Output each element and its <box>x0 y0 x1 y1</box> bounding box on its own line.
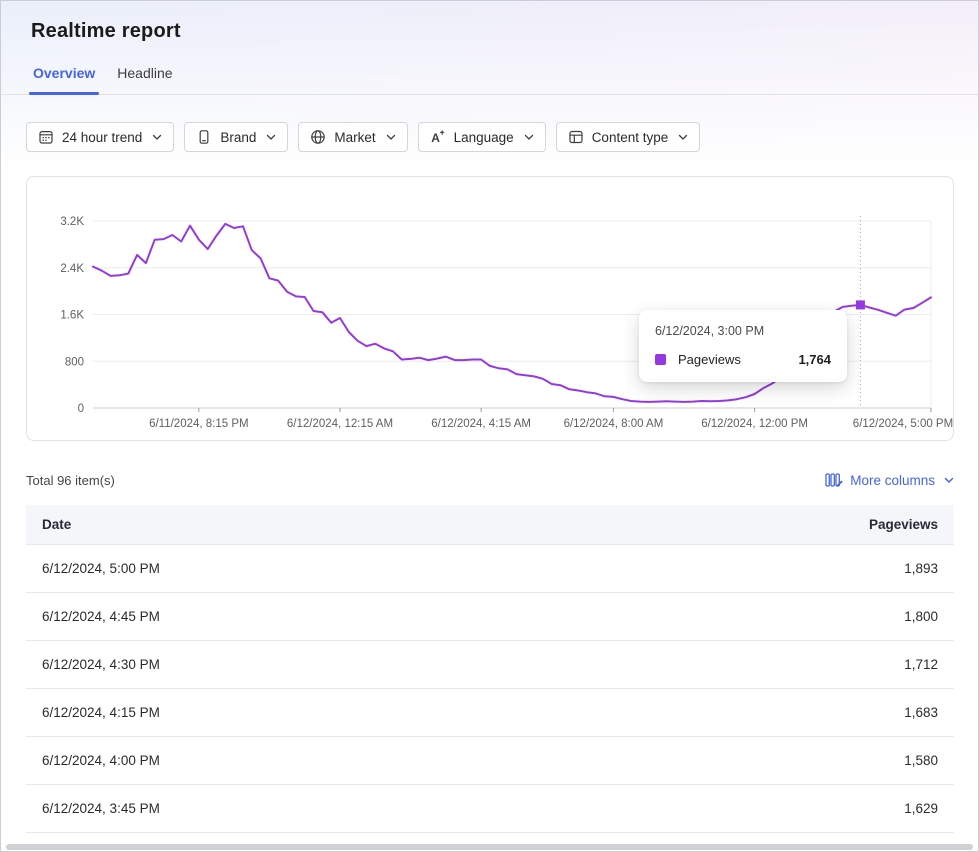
page-title: Realtime report <box>31 17 978 45</box>
svg-text:6/12/2024, 12:15 AM: 6/12/2024, 12:15 AM <box>287 418 393 430</box>
column-header-pageviews: Pageviews <box>869 517 954 532</box>
filter-label: 24 hour trend <box>62 130 142 145</box>
svg-text:800: 800 <box>65 356 84 368</box>
filter-brand[interactable]: Brand <box>184 122 288 152</box>
tooltip-series-label: Pageviews <box>678 352 741 367</box>
chevron-down-icon <box>944 477 954 484</box>
pageviews-cell: 1,712 <box>904 657 954 672</box>
filter-24-hour-trend[interactable]: 24 hour trend <box>26 122 174 152</box>
tooltip-value: 1,764 <box>798 352 831 367</box>
filter-label: Language <box>454 130 514 145</box>
pageviews-cell: 1,800 <box>904 609 954 624</box>
date-cell: 6/12/2024, 4:30 PM <box>26 657 160 672</box>
chevron-down-icon <box>386 134 396 141</box>
svg-text:6/12/2024, 12:00 PM: 6/12/2024, 12:00 PM <box>701 418 808 430</box>
pageviews-chart-svg[interactable]: 0 800 1.6K 2.4K 3.2K 6/11/2024, 8:15 PM 6/12/2… <box>27 177 955 440</box>
active-tab-indicator <box>29 92 99 95</box>
svg-text:1.6K: 1.6K <box>60 310 84 322</box>
column-header-date: Date <box>26 517 71 532</box>
table-row: 6/12/2024, 4:15 PM 1,683 <box>26 689 954 737</box>
calendar-icon <box>38 129 54 145</box>
globe-icon <box>310 129 326 145</box>
date-cell: 6/12/2024, 3:45 PM <box>26 801 160 816</box>
date-cell: 6/12/2024, 5:00 PM <box>26 561 160 576</box>
tab-headline-label: Headline <box>117 65 172 81</box>
tooltip-date: 6/12/2024, 3:00 PM <box>655 324 831 338</box>
svg-text:6/12/2024, 8:00 AM: 6/12/2024, 8:00 AM <box>564 418 664 430</box>
tab-overview[interactable]: Overview <box>31 60 97 94</box>
table-row: 6/12/2024, 4:45 PM 1,800 <box>26 593 954 641</box>
more-columns-label: More columns <box>850 473 935 488</box>
filter-label: Content type <box>592 130 669 145</box>
svg-text:6/12/2024, 4:15 AM: 6/12/2024, 4:15 AM <box>431 418 531 430</box>
content-type-icon <box>568 129 584 145</box>
date-cell: 6/12/2024, 4:00 PM <box>26 753 160 768</box>
pageviews-chart-card: 0 800 1.6K 2.4K 3.2K 6/11/2024, 8:15 PM 6/12/2… <box>26 176 954 441</box>
chart-tooltip: 6/12/2024, 3:00 PM Pageviews 1,764 <box>639 310 847 382</box>
filter-bar: 24 hour trend Brand Market A <box>26 122 978 176</box>
columns-edit-icon <box>825 472 843 488</box>
table-row: 6/12/2024, 4:00 PM 1,580 <box>26 737 954 785</box>
filter-content-type[interactable]: Content type <box>556 122 701 152</box>
more-columns-button[interactable]: More columns <box>825 472 954 488</box>
table-row: 6/12/2024, 4:30 PM 1,712 <box>26 641 954 689</box>
chevron-down-icon <box>266 134 276 141</box>
pageviews-cell: 1,629 <box>904 801 954 816</box>
svg-text:0: 0 <box>78 403 84 415</box>
date-cell: 6/12/2024, 4:45 PM <box>26 609 160 624</box>
pageviews-cell: 1,683 <box>904 705 954 720</box>
date-cell: 6/12/2024, 4:15 PM <box>26 705 160 720</box>
tooltip-series-row: Pageviews 1,764 <box>655 352 831 367</box>
pageviews-table: Date Pageviews 6/12/2024, 5:00 PM 1,893 … <box>26 505 954 833</box>
filter-language[interactable]: A Language <box>418 122 546 152</box>
table-row: 6/12/2024, 5:00 PM 1,893 <box>26 545 954 593</box>
tab-bar: Overview Headline <box>1 60 978 95</box>
tab-headline[interactable]: Headline <box>115 60 174 94</box>
chevron-down-icon <box>524 134 534 141</box>
chevron-down-icon <box>678 134 688 141</box>
svg-text:A: A <box>431 131 440 145</box>
table-row: 6/12/2024, 3:45 PM 1,629 <box>26 785 954 833</box>
chevron-down-icon <box>152 134 162 141</box>
realtime-report-page: Realtime report Overview Headline 24 hou… <box>0 0 979 852</box>
pageviews-cell: 1,893 <box>904 561 954 576</box>
table-header-row: Date Pageviews <box>26 505 954 545</box>
horizontal-scrollbar[interactable] <box>6 844 973 850</box>
tab-overview-label: Overview <box>33 65 95 81</box>
svg-text:3.2K: 3.2K <box>60 216 84 228</box>
device-icon <box>196 129 212 145</box>
pageviews-cell: 1,580 <box>904 753 954 768</box>
page-header: Realtime report Overview Headline 24 hou… <box>1 1 978 176</box>
translate-icon: A <box>430 129 446 145</box>
total-items-label: Total 96 item(s) <box>26 473 115 488</box>
filter-market[interactable]: Market <box>298 122 407 152</box>
table-summary-bar: Total 96 item(s) More columns <box>26 472 954 488</box>
svg-text:2.4K: 2.4K <box>60 263 84 275</box>
svg-text:6/11/2024, 8:15 PM: 6/11/2024, 8:15 PM <box>149 418 249 430</box>
filter-label: Brand <box>220 130 256 145</box>
filter-label: Market <box>334 130 375 145</box>
pageviews-series-swatch <box>655 354 666 365</box>
svg-text:6/12/2024, 5:00 PM: 6/12/2024, 5:00 PM <box>853 418 953 430</box>
